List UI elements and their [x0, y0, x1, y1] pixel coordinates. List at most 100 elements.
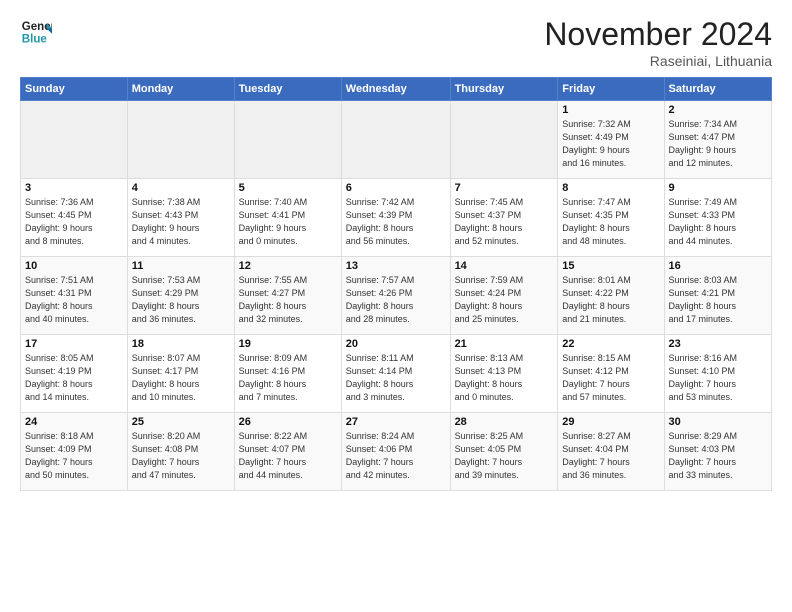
day-cell — [234, 101, 341, 179]
week-row-4: 17Sunrise: 8:05 AM Sunset: 4:19 PM Dayli… — [21, 335, 772, 413]
day-cell: 30Sunrise: 8:29 AM Sunset: 4:03 PM Dayli… — [664, 413, 771, 491]
day-number: 17 — [25, 338, 123, 350]
week-row-5: 24 Sunrise: 8:18 AM Sunset: 4:09 PM Dayli… — [21, 413, 772, 491]
day-cell: 7 Sunrise: 7:45 AM Sunset: 4:37 PM Daylig… — [450, 179, 558, 257]
day-number: 25 — [132, 416, 230, 428]
title-block: November 2024 Raseiniai, Lithuania — [544, 16, 772, 69]
day-number: 19 — [239, 338, 337, 350]
day-cell — [21, 101, 128, 179]
day-info: Sunrise: 7:42 AM Sunset: 4:39 PM Dayligh… — [346, 196, 446, 248]
day-cell: 26 Sunrise: 8:22 AM Sunset: 4:07 PM Dayli… — [234, 413, 341, 491]
day-number: 18 — [132, 338, 230, 350]
day-cell: 22 Sunrise: 8:15 AM Sunset: 4:12 PM Dayli… — [558, 335, 664, 413]
day-number: 16 — [669, 260, 767, 272]
day-info: Sunrise: 7:53 AM Sunset: 4:29 PM Dayligh… — [132, 274, 230, 326]
day-cell: 11 Sunrise: 7:53 AM Sunset: 4:29 PM Dayli… — [127, 257, 234, 335]
day-cell: 20Sunrise: 8:11 AM Sunset: 4:14 PM Dayli… — [341, 335, 450, 413]
day-cell: 27 Sunrise: 8:24 AM Sunset: 4:06 PM Dayli… — [341, 413, 450, 491]
header-cell-thursday: Thursday — [450, 78, 558, 101]
day-info: Sunrise: 7:51 AM Sunset: 4:31 PM Dayligh… — [25, 274, 123, 326]
day-info: Sunrise: 8:13 AM Sunset: 4:13 PM Dayligh… — [455, 352, 554, 404]
day-cell: 15 Sunrise: 8:01 AM Sunset: 4:22 PM Dayli… — [558, 257, 664, 335]
day-cell — [450, 101, 558, 179]
day-cell: 16 Sunrise: 8:03 AM Sunset: 4:21 PM Dayli… — [664, 257, 771, 335]
day-number: 23 — [669, 338, 767, 350]
day-number: 4 — [132, 182, 230, 194]
day-info: Sunrise: 7:45 AM Sunset: 4:37 PM Dayligh… — [455, 196, 554, 248]
day-cell: 23 Sunrise: 8:16 AM Sunset: 4:10 PM Dayli… — [664, 335, 771, 413]
day-cell: 18 Sunrise: 8:07 AM Sunset: 4:17 PM Dayli… — [127, 335, 234, 413]
day-info: Sunrise: 8:18 AM Sunset: 4:09 PM Dayligh… — [25, 430, 123, 482]
day-number: 11 — [132, 260, 230, 272]
header-cell-wednesday: Wednesday — [341, 78, 450, 101]
day-number: 10 — [25, 260, 123, 272]
day-info: Sunrise: 7:32 AM Sunset: 4:49 PM Dayligh… — [562, 118, 659, 170]
header-cell-saturday: Saturday — [664, 78, 771, 101]
day-number: 1 — [562, 104, 659, 116]
day-cell: 25Sunrise: 8:20 AM Sunset: 4:08 PM Dayli… — [127, 413, 234, 491]
day-cell: 14Sunrise: 7:59 AM Sunset: 4:24 PM Dayli… — [450, 257, 558, 335]
logo: General Blue — [20, 16, 52, 48]
day-cell: 21 Sunrise: 8:13 AM Sunset: 4:13 PM Dayli… — [450, 335, 558, 413]
day-number: 26 — [239, 416, 337, 428]
day-info: Sunrise: 8:22 AM Sunset: 4:07 PM Dayligh… — [239, 430, 337, 482]
day-number: 24 — [25, 416, 123, 428]
day-info: Sunrise: 7:47 AM Sunset: 4:35 PM Dayligh… — [562, 196, 659, 248]
day-cell: 29Sunrise: 8:27 AM Sunset: 4:04 PM Dayli… — [558, 413, 664, 491]
day-number: 21 — [455, 338, 554, 350]
day-info: Sunrise: 8:29 AM Sunset: 4:03 PM Dayligh… — [669, 430, 767, 482]
week-row-1: 1 Sunrise: 7:32 AM Sunset: 4:49 PM Daylig… — [21, 101, 772, 179]
day-cell: 19 Sunrise: 8:09 AM Sunset: 4:16 PM Dayli… — [234, 335, 341, 413]
day-cell: 24 Sunrise: 8:18 AM Sunset: 4:09 PM Dayli… — [21, 413, 128, 491]
header-row: SundayMondayTuesdayWednesdayThursdayFrid… — [21, 78, 772, 101]
month-title: November 2024 — [544, 16, 772, 53]
day-cell: 2Sunrise: 7:34 AM Sunset: 4:47 PM Daylig… — [664, 101, 771, 179]
day-info: Sunrise: 7:55 AM Sunset: 4:27 PM Dayligh… — [239, 274, 337, 326]
page-header: General Blue November 2024 Raseiniai, Li… — [20, 16, 772, 69]
day-number: 3 — [25, 182, 123, 194]
day-info: Sunrise: 8:07 AM Sunset: 4:17 PM Dayligh… — [132, 352, 230, 404]
day-info: Sunrise: 7:49 AM Sunset: 4:33 PM Dayligh… — [669, 196, 767, 248]
day-info: Sunrise: 7:36 AM Sunset: 4:45 PM Dayligh… — [25, 196, 123, 248]
day-cell: 5 Sunrise: 7:40 AM Sunset: 4:41 PM Daylig… — [234, 179, 341, 257]
day-number: 28 — [455, 416, 554, 428]
day-cell: 13 Sunrise: 7:57 AM Sunset: 4:26 PM Dayli… — [341, 257, 450, 335]
day-cell: 17Sunrise: 8:05 AM Sunset: 4:19 PM Dayli… — [21, 335, 128, 413]
day-number: 7 — [455, 182, 554, 194]
day-cell: 3 Sunrise: 7:36 AM Sunset: 4:45 PM Daylig… — [21, 179, 128, 257]
day-number: 22 — [562, 338, 659, 350]
day-cell: 28 Sunrise: 8:25 AM Sunset: 4:05 PM Dayli… — [450, 413, 558, 491]
svg-text:Blue: Blue — [22, 34, 48, 46]
day-info: Sunrise: 8:16 AM Sunset: 4:10 PM Dayligh… — [669, 352, 767, 404]
day-info: Sunrise: 7:57 AM Sunset: 4:26 PM Dayligh… — [346, 274, 446, 326]
day-number: 13 — [346, 260, 446, 272]
day-number: 8 — [562, 182, 659, 194]
day-info: Sunrise: 8:01 AM Sunset: 4:22 PM Dayligh… — [562, 274, 659, 326]
day-number: 6 — [346, 182, 446, 194]
header-cell-friday: Friday — [558, 78, 664, 101]
day-info: Sunrise: 8:24 AM Sunset: 4:06 PM Dayligh… — [346, 430, 446, 482]
day-info: Sunrise: 8:03 AM Sunset: 4:21 PM Dayligh… — [669, 274, 767, 326]
week-row-3: 10 Sunrise: 7:51 AM Sunset: 4:31 PM Dayli… — [21, 257, 772, 335]
day-number: 5 — [239, 182, 337, 194]
day-cell: 8 Sunrise: 7:47 AM Sunset: 4:35 PM Daylig… — [558, 179, 664, 257]
day-cell: 1 Sunrise: 7:32 AM Sunset: 4:49 PM Daylig… — [558, 101, 664, 179]
day-info: Sunrise: 8:25 AM Sunset: 4:05 PM Dayligh… — [455, 430, 554, 482]
day-info: Sunrise: 7:38 AM Sunset: 4:43 PM Dayligh… — [132, 196, 230, 248]
calendar-header: SundayMondayTuesdayWednesdayThursdayFrid… — [21, 78, 772, 101]
header-cell-sunday: Sunday — [21, 78, 128, 101]
day-cell — [127, 101, 234, 179]
calendar-table: SundayMondayTuesdayWednesdayThursdayFrid… — [20, 77, 772, 491]
day-number: 15 — [562, 260, 659, 272]
day-info: Sunrise: 7:59 AM Sunset: 4:24 PM Dayligh… — [455, 274, 554, 326]
day-number: 20 — [346, 338, 446, 350]
day-number: 9 — [669, 182, 767, 194]
day-cell: 9 Sunrise: 7:49 AM Sunset: 4:33 PM Daylig… — [664, 179, 771, 257]
day-info: Sunrise: 8:09 AM Sunset: 4:16 PM Dayligh… — [239, 352, 337, 404]
day-info: Sunrise: 7:40 AM Sunset: 4:41 PM Dayligh… — [239, 196, 337, 248]
header-cell-monday: Monday — [127, 78, 234, 101]
day-number: 27 — [346, 416, 446, 428]
day-cell — [341, 101, 450, 179]
day-info: Sunrise: 8:27 AM Sunset: 4:04 PM Dayligh… — [562, 430, 659, 482]
day-info: Sunrise: 8:15 AM Sunset: 4:12 PM Dayligh… — [562, 352, 659, 404]
